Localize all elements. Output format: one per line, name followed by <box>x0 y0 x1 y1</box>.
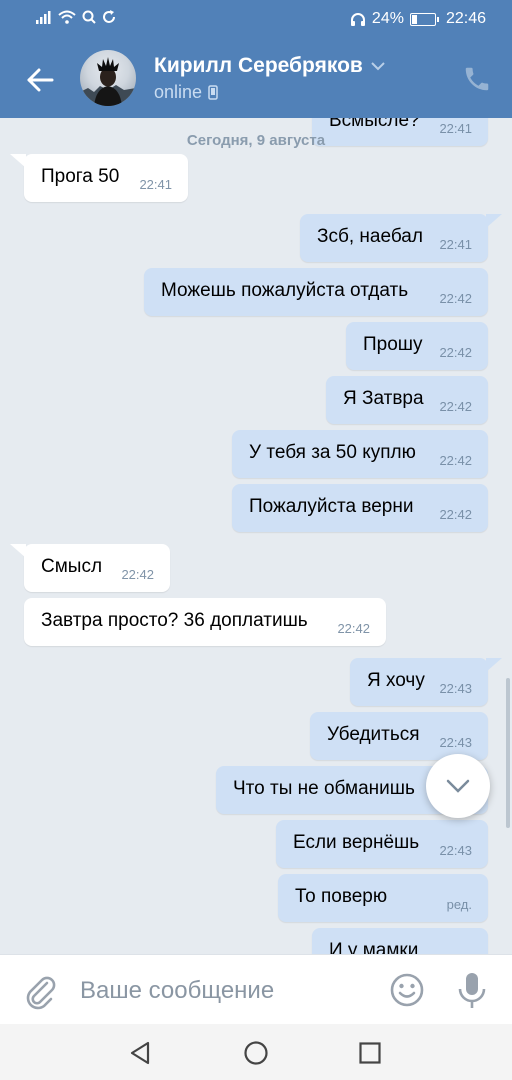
date-separator: Сегодня, 9 августа <box>186 132 326 149</box>
clock: 22:46 <box>445 10 486 27</box>
incoming-message[interactable]: Смысл 22:42 <box>10 544 170 592</box>
phone-icon <box>465 67 489 91</box>
message-text: Если вернёшь <box>293 832 420 853</box>
status-bar: 24% 22:46 <box>0 0 512 40</box>
message-text: То поверю <box>295 886 388 907</box>
message-time: 22:42 <box>337 621 370 636</box>
battery-percent: 24% <box>371 10 404 27</box>
outgoing-message[interactable]: Если вернёшь 22:43 <box>276 820 488 868</box>
chevron-down-icon <box>371 61 385 70</box>
battery-icon <box>409 12 439 26</box>
message-text: Завтра просто? 36 доплатишь <box>41 610 308 631</box>
message-time: 22:43 <box>439 735 472 750</box>
message-text: Я хочу <box>367 670 425 691</box>
paperclip-icon <box>26 976 56 1010</box>
back-button[interactable] <box>22 62 58 98</box>
outgoing-message[interactable]: Убедиться 22:43 <box>310 712 488 760</box>
message-time: 22:42 <box>439 291 472 306</box>
message-text: У тебя за 50 куплю <box>249 442 416 463</box>
outgoing-message[interactable]: То поверю ред. <box>278 874 488 922</box>
outgoing-message[interactable]: Я Затвра 22:42 <box>326 376 488 424</box>
battery-fill <box>411 14 418 24</box>
outgoing-message[interactable]: Прошу 22:42 <box>346 322 488 370</box>
contact-status: online <box>154 82 218 103</box>
message-time: 22:42 <box>439 507 472 522</box>
circle-home-icon <box>244 1041 268 1065</box>
outgoing-message[interactable]: Можешь пожалуйста отдать 22:42 <box>144 268 488 316</box>
avatar-person-image <box>80 57 136 106</box>
status-icons-right: 24% 22:46 <box>350 10 486 28</box>
signal-icon <box>36 11 51 24</box>
message-time: 22:43 <box>439 681 472 696</box>
headphones-icon <box>350 12 365 26</box>
voice-message-button[interactable] <box>452 969 492 1011</box>
message-time: 22:42 <box>439 399 472 414</box>
message-time: 22:43 <box>439 843 472 858</box>
message-time: 22:42 <box>121 567 154 582</box>
message-input[interactable] <box>80 973 360 1009</box>
message-time: ред. <box>446 897 472 912</box>
nav-back-button[interactable] <box>128 1040 154 1066</box>
message-composer <box>0 954 512 1024</box>
message-text: Зсб, наебал <box>317 226 423 247</box>
triangle-back-icon <box>130 1041 150 1065</box>
scrollbar[interactable] <box>506 678 510 828</box>
online-status-text: online <box>154 82 203 102</box>
message-list[interactable]: Всмысле? 22:41 Сегодня, 9 августа Прога … <box>0 118 512 954</box>
message-text: Смысл <box>41 556 103 577</box>
chat-header: Кирилл Серебряков online <box>0 40 512 118</box>
message-text: Прошу <box>363 334 423 355</box>
sync-icon <box>103 10 115 23</box>
call-button[interactable] <box>462 64 492 94</box>
message-time: 22:42 <box>439 453 472 468</box>
emoji-button[interactable] <box>388 971 426 1009</box>
microphone-icon <box>458 973 486 1008</box>
bubble-tail <box>10 154 26 168</box>
outgoing-message[interactable]: Зсб, наебал 22:41 <box>300 214 502 262</box>
nav-home-button[interactable] <box>243 1040 269 1066</box>
incoming-message[interactable]: Завтра просто? 36 доплатишь 22:42 <box>24 598 386 646</box>
square-recents-icon <box>359 1042 381 1064</box>
outgoing-message[interactable]: И у мамки <box>312 928 488 954</box>
message-text: Убедиться <box>327 724 420 745</box>
message-text: Прога 50 <box>41 166 120 187</box>
outgoing-message[interactable]: У тебя за 50 куплю 22:42 <box>232 430 488 478</box>
status-icons-left <box>36 10 116 24</box>
message-text: Я Затвра <box>343 388 424 409</box>
nav-recents-button[interactable] <box>358 1041 382 1065</box>
search-icon <box>82 10 96 24</box>
message-text: Что ты не обманишь <box>233 778 415 799</box>
scroll-down-button[interactable] <box>426 754 490 818</box>
chevron-down-icon <box>446 779 470 793</box>
contact-name-text: Кирилл Серебряков <box>154 54 363 77</box>
bubble-tail <box>486 214 502 228</box>
message-text: Пожалуйста верни <box>249 496 414 517</box>
attach-button[interactable] <box>20 971 60 1011</box>
message-time: 22:42 <box>439 345 472 360</box>
message-text: Всмысле? <box>329 118 420 131</box>
bubble-tail <box>10 544 26 558</box>
message-time: 22:41 <box>439 237 472 252</box>
outgoing-message[interactable]: Я хочу 22:43 <box>350 658 502 706</box>
avatar[interactable] <box>80 50 136 106</box>
bubble-tail <box>486 658 502 672</box>
contact-name[interactable]: Кирилл Серебряков <box>154 54 385 78</box>
smiley-icon <box>390 973 424 1007</box>
message-text: Можешь пожалуйста отдать <box>161 280 409 301</box>
wifi-icon <box>58 10 76 24</box>
system-navigation-bar <box>0 1024 512 1080</box>
incoming-message[interactable]: Прога 50 22:41 <box>10 154 188 202</box>
mobile-icon <box>208 85 218 100</box>
message-text: И у мамки <box>329 940 419 954</box>
back-arrow-icon <box>27 68 54 92</box>
message-time: 22:41 <box>139 177 172 192</box>
outgoing-message[interactable]: Пожалуйста верни 22:42 <box>232 484 488 532</box>
